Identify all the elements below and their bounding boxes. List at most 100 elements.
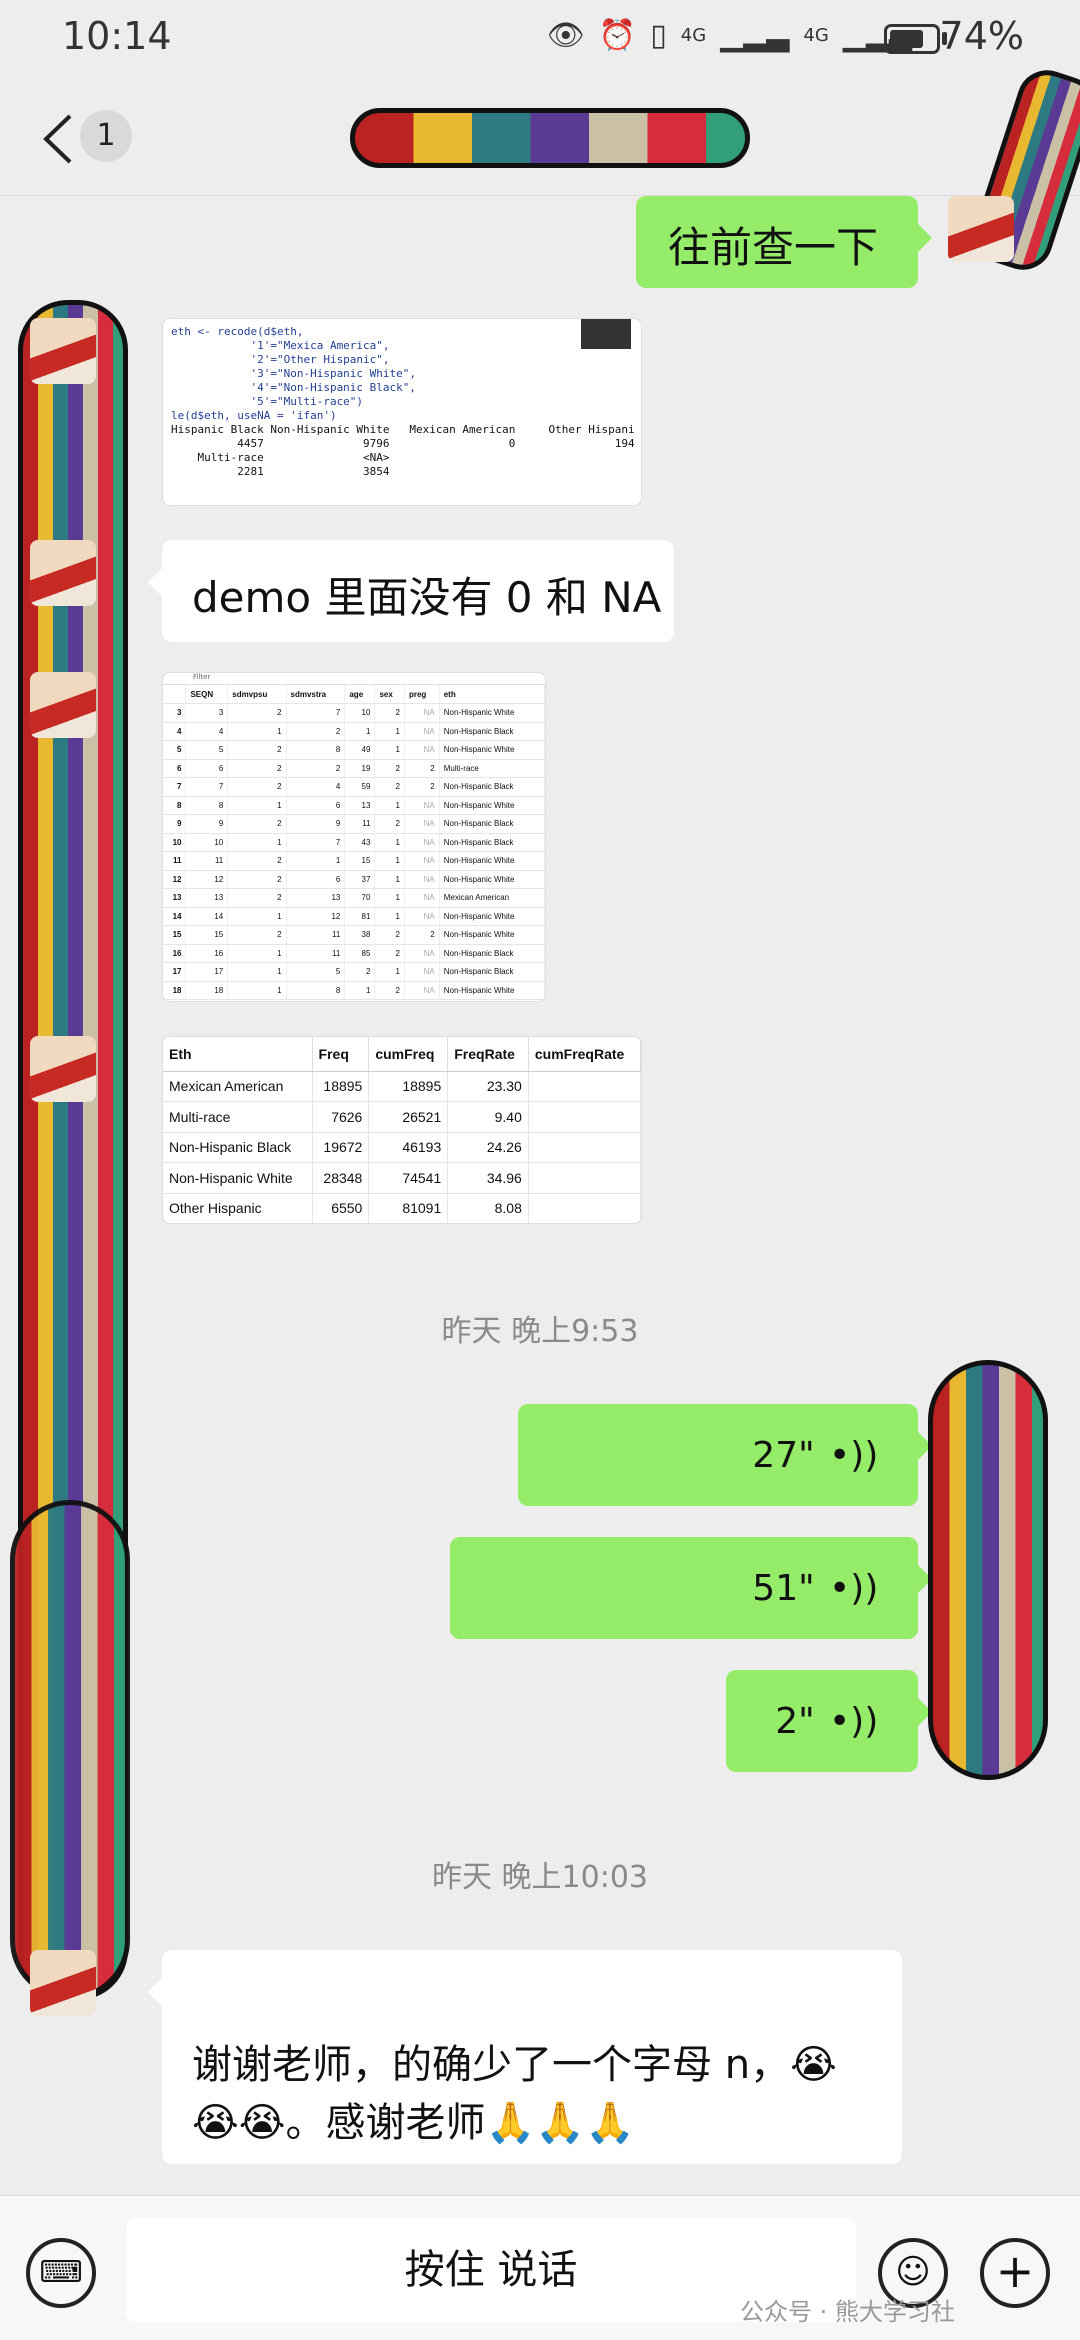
table-cell: 7 — [286, 833, 346, 852]
table-cell: 2 — [227, 888, 287, 908]
my-avatar[interactable] — [948, 196, 1014, 262]
message-bubble-incoming[interactable]: demo 里面没有 0 和 NA — [148, 540, 674, 642]
code-screenshot-message[interactable]: eth <- recode(d$eth, '1'="Mexica America… — [162, 318, 642, 506]
contact-avatar[interactable] — [30, 318, 96, 384]
voice-message[interactable]: 27" ((• — [518, 1404, 932, 1506]
image-thumbnail-dark — [581, 319, 631, 349]
table-cell: 19672 — [312, 1132, 370, 1163]
table-cell: 14 — [185, 907, 229, 926]
column-header[interactable]: FreqRate — [447, 1037, 529, 1072]
table-cell: 1 — [374, 907, 405, 926]
table-cell: 9 — [163, 814, 187, 834]
table-cell: 12 — [163, 870, 187, 889]
table-cell: 1 — [344, 722, 376, 741]
table-cell: Non-Hispanic White — [439, 870, 545, 889]
table-cell: 59 — [344, 777, 376, 797]
message-bubble-outgoing[interactable]: 往前查一下 — [636, 196, 932, 288]
table-cell: 13 — [286, 888, 346, 908]
table-cell: 85 — [344, 944, 376, 963]
table-cell: 38 — [344, 925, 376, 945]
table-cell: Non-Hispanic White — [439, 851, 545, 871]
table-cell: 14 — [163, 907, 187, 926]
table-cell: 2 — [227, 777, 287, 797]
column-header[interactable]: Eth — [163, 1037, 313, 1072]
column-header[interactable]: sex — [374, 685, 405, 704]
column-header[interactable]: sdmvpsu — [227, 685, 287, 704]
table-row: 11 11 2 1 15 1 NA Non-Hispanic White — [163, 851, 545, 871]
status-icons: 👁 ⏰ ▯ 4G ▁▂▃ 4G ▁▂▃ — [547, 18, 912, 53]
code-line: '4'="Non-Hispanic Black", — [171, 381, 417, 394]
contact-avatar[interactable] — [30, 540, 96, 606]
status-time: 10:14 — [62, 14, 172, 58]
table-cell: 28348 — [312, 1162, 370, 1194]
column-header[interactable]: eth — [439, 685, 545, 704]
table-row: Multi-race 7626 26521 9.40 — [163, 1101, 641, 1133]
frequency-table-screenshot-message[interactable]: Eth Freq cumFreq FreqRate cumFreqRate Mexica… — [162, 1036, 642, 1224]
table-cell: 6550 — [312, 1193, 370, 1223]
table-cell: 2 — [286, 759, 346, 778]
table-row: 9 9 2 9 11 2 NA Non-Hispanic Black — [163, 814, 545, 834]
column-header[interactable]: SEQN — [185, 685, 229, 704]
table-cell: Non-Hispanic White — [439, 740, 545, 760]
table-cell: 49 — [344, 740, 376, 760]
table-cell: 74541 — [368, 1162, 449, 1194]
code-line: '1'="Mexica America", — [171, 339, 390, 352]
table-cell: 1 — [227, 944, 287, 963]
column-header[interactable]: cumFreqRate — [528, 1037, 641, 1072]
unread-count-badge[interactable]: 1 — [80, 110, 132, 162]
contact-avatar[interactable] — [30, 672, 96, 738]
table-cell: 1 — [374, 722, 405, 741]
column-header[interactable]: age — [344, 685, 376, 704]
voice-message[interactable]: 2" ((• — [726, 1670, 932, 1772]
table-cell — [528, 1132, 641, 1163]
voice-wave-icon: ((• — [828, 1567, 878, 1609]
back-icon[interactable] — [36, 110, 80, 168]
table-cell: NA — [404, 870, 440, 889]
table-cell: 11 — [344, 814, 376, 834]
table-cell: 2 — [227, 851, 287, 871]
table-cell: Non-Hispanic Black — [439, 722, 545, 741]
status-bar: 10:14 👁 ⏰ ▯ 4G ▁▂▃ 4G ▁▂▃ 74% — [0, 0, 1080, 80]
code-line: le(d$eth, useNA = 'ifan') — [171, 409, 337, 422]
keyboard-icon[interactable]: ⌨ — [26, 2238, 96, 2308]
table-cell: 5 — [286, 962, 346, 982]
table-cell: 81 — [344, 907, 376, 926]
column-header[interactable]: cumFreq — [368, 1037, 449, 1072]
frequency-table: Eth Freq cumFreq FreqRate cumFreqRate Mexica… — [163, 1037, 641, 1223]
table-cell: 1 — [286, 851, 346, 871]
table-cell: 1 — [227, 833, 287, 852]
table-cell: 1 — [227, 981, 287, 1000]
message-text: 往前查一下 — [668, 223, 879, 272]
table-cell: 10 — [344, 703, 376, 723]
data-table-screenshot-message[interactable]: Filter SEQN sdmvpsu sdmvstra age sex preg eth … — [162, 672, 546, 1002]
table-cell: 1 — [374, 833, 405, 852]
column-header[interactable]: sdmvstra — [286, 685, 346, 704]
table-cell: 2 — [374, 981, 405, 1000]
plus-icon[interactable]: + — [980, 2238, 1050, 2308]
table-cell: 8 — [163, 796, 187, 815]
table-cell: 34.96 — [447, 1162, 529, 1194]
column-header[interactable]: Freq — [312, 1037, 370, 1072]
voice-message[interactable]: 51" ((• — [450, 1537, 932, 1639]
column-header[interactable]: preg — [404, 685, 440, 704]
contact-avatar[interactable] — [30, 1950, 96, 2016]
table-cell: 15 — [344, 851, 376, 871]
code-output-line: Multi-race <NA> — [171, 451, 390, 464]
table-cell: 13 — [163, 888, 187, 908]
message-bubble-incoming[interactable]: 谢谢老师，的确少了一个字母 n，😭 😭😭。感谢老师🙏🙏🙏 — [148, 1950, 902, 2164]
contact-avatar[interactable] — [30, 1036, 96, 1102]
table-cell: 7 — [286, 703, 346, 723]
table-cell — [528, 1101, 641, 1133]
table-cell: 2 — [374, 814, 405, 834]
redacted-strip-left-2 — [10, 1500, 130, 2000]
table-cell: Mexican American — [439, 888, 545, 908]
table-row: 13 13 2 13 70 1 NA Mexican American — [163, 888, 545, 908]
table-cell: 3 — [185, 703, 229, 723]
table-row: 12 12 2 6 37 1 NA Non-Hispanic White — [163, 870, 545, 889]
table-cell: 1 — [227, 722, 287, 741]
table-cell: 2 — [374, 759, 405, 778]
table-cell: 15 — [163, 925, 187, 945]
table-cell: NA — [404, 944, 440, 963]
table-row: 4 4 1 2 1 1 NA Non-Hispanic Black — [163, 722, 545, 741]
battery-percent: 74% — [939, 14, 1024, 58]
